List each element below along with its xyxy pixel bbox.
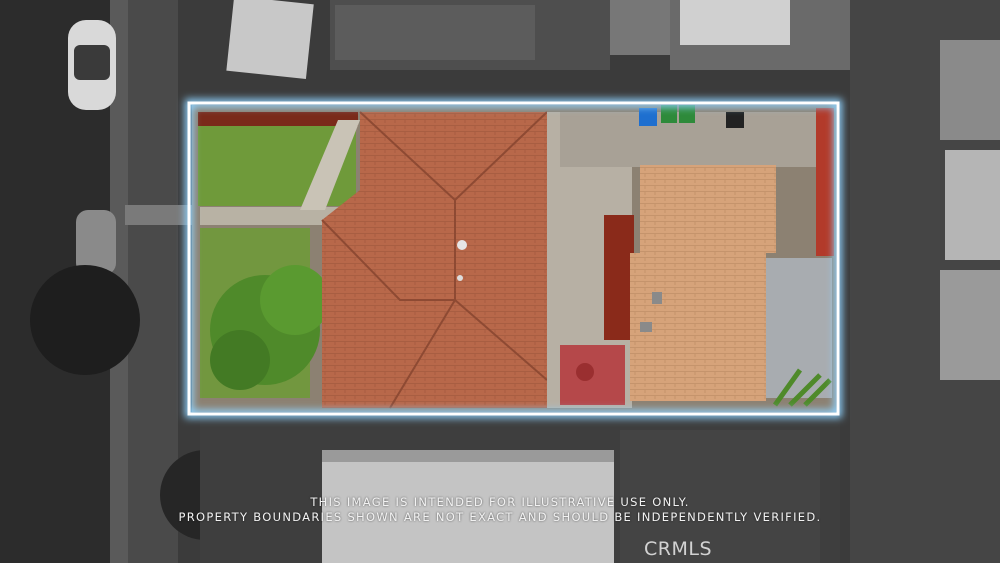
crmls-watermark: CRMLS [644, 538, 713, 560]
disclaimer-line-2: PROPERTY BOUNDARIES SHOWN ARE NOT EXACT … [178, 510, 822, 524]
disclaimer-line-1: THIS IMAGE IS INTENDED FOR ILLUSTRATIVE … [310, 495, 690, 509]
garage-roof [630, 165, 776, 401]
trash-bin [726, 112, 744, 128]
aerial-photo [0, 0, 1000, 563]
metal-carport [766, 258, 832, 398]
aerial-scene: THIS IMAGE IS INTENDED FOR ILLUSTRATIVE … [0, 0, 1000, 563]
trash-bin [679, 105, 695, 123]
trash-bin [639, 108, 657, 126]
tree [30, 265, 140, 375]
trash-bin [661, 105, 677, 123]
subject-property [192, 105, 836, 412]
